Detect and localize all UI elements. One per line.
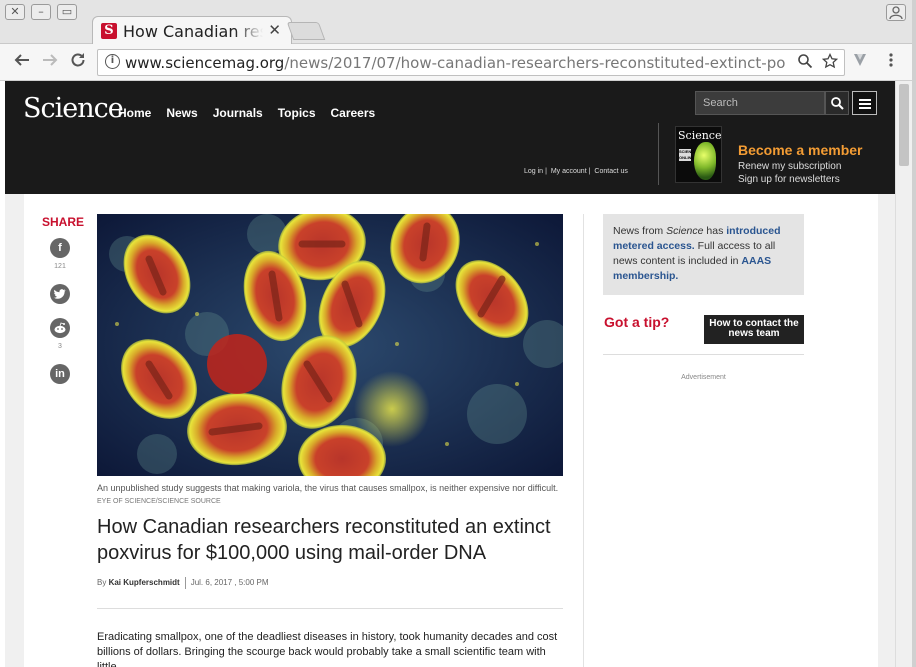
site-search [695,91,825,115]
site-header: Science Home News Journals Topics Career… [5,81,895,194]
info-icon[interactable]: i [105,54,120,69]
twitter-icon[interactable] [50,284,70,304]
metered-text-has: has [706,225,724,237]
search-icon[interactable] [797,53,813,73]
newsletter-signup-link[interactable]: Sign up for newsletters [738,174,840,185]
byline: By Kai Kupferschmidt Jul. 6, 2017 , 5:00 … [97,577,269,589]
nav-topics[interactable]: Topics [278,106,316,120]
nav-news[interactable]: News [166,106,197,120]
search-button[interactable] [825,91,849,115]
renew-subscription-link[interactable]: Renew my subscription [738,161,841,172]
caption-text: An unpublished study suggests that makin… [97,483,559,493]
reddit-count: 3 [58,343,62,350]
become-member-link[interactable]: Become a member [738,142,863,158]
nav-home[interactable]: Home [118,106,151,120]
tab-title: How Canadian researchers reconstituted [123,22,263,41]
sidebar-divider [603,354,804,355]
contact-us-link[interactable]: Contact us [594,168,627,175]
contact-news-team-button[interactable]: How to contact the news team [704,315,804,344]
cover-tag: SCIENCE ONLINE [679,149,697,161]
article-body: Eradicating smallpox, one of the deadlie… [97,631,558,667]
address-bar[interactable]: i www.sciencemag.org/news/2017/07/how-ca… [97,49,845,76]
share-label: SHARE [42,215,85,229]
content-area: SHARE f 121 3 in An unpublished study su… [24,194,878,667]
window-close-icon[interactable]: ✕ [5,4,25,20]
facebook-icon[interactable]: f [50,238,70,258]
search-input[interactable] [696,92,824,114]
hero-image[interactable] [97,214,563,476]
url-text[interactable]: www.sciencemag.org/news/2017/07/how-cana… [125,54,785,72]
facebook-count: 121 [54,263,66,270]
metered-science: Science [666,225,704,237]
nav-journals[interactable]: Journals [213,106,263,120]
article-divider [97,608,563,609]
magazine-cover[interactable]: Science SCIENCE ONLINE [675,126,722,183]
reddit-icon[interactable] [50,318,70,338]
article-headline: How Canadian researchers reconstituted a… [97,516,551,564]
profile-icon[interactable] [886,4,906,21]
metered-text: News from [613,225,664,237]
utility-links: Log in | My account | Contact us [524,168,628,175]
new-tab-button[interactable] [286,22,326,40]
page-scrollbar[interactable] [895,81,912,667]
hamburger-menu-icon[interactable] [852,91,877,115]
linkedin-icon[interactable]: in [50,364,70,384]
login-link[interactable]: Log in [524,168,543,175]
scrollbar-thumb[interactable] [899,84,909,166]
extension-icon[interactable] [851,51,869,74]
window-maximize-icon[interactable]: ▭ [57,4,77,20]
cover-art [694,142,716,180]
science-favicon-icon: S [101,23,117,39]
back-arrow-icon[interactable] [13,51,31,74]
cover-title: Science [678,129,722,142]
browser-toolbar: i www.sciencemag.org/news/2017/07/how-ca… [0,44,916,81]
got-a-tip-label: Got a tip? [604,314,670,330]
browser-titlebar: ✕ – ▭ S How Canadian researchers reconst… [0,0,916,45]
more-vert-icon[interactable] [888,51,894,74]
image-caption: An unpublished study suggests that makin… [97,482,563,508]
science-logo[interactable]: Science [23,93,124,124]
advertisement-label: Advertisement [681,374,726,381]
reload-icon[interactable] [69,51,87,74]
author-link[interactable]: Kai Kupferschmidt [109,578,180,587]
column-divider [583,214,584,667]
browser-tab[interactable]: S How Canadian researchers reconstituted… [92,16,292,45]
page-viewport: Science Home News Journals Topics Career… [5,81,895,667]
byline-prefix: By [97,578,107,588]
star-icon[interactable] [821,52,839,73]
my-account-link[interactable]: My account [551,168,587,175]
publish-date: Jul. 6, 2017 , 5:00 PM [190,578,269,588]
window-minimize-icon[interactable]: – [31,4,51,20]
image-credit: EYE OF SCIENCE/SCIENCE SOURCE [97,498,221,505]
tab-close-icon[interactable]: ✕ [268,21,281,39]
metered-access-notice: News from Science has introduced metered… [603,214,804,295]
header-divider [658,123,659,185]
window-border [912,0,916,667]
forward-arrow-icon[interactable] [41,51,59,74]
main-nav: Home News Journals Topics Careers [118,106,375,120]
nav-careers[interactable]: Careers [331,106,376,120]
